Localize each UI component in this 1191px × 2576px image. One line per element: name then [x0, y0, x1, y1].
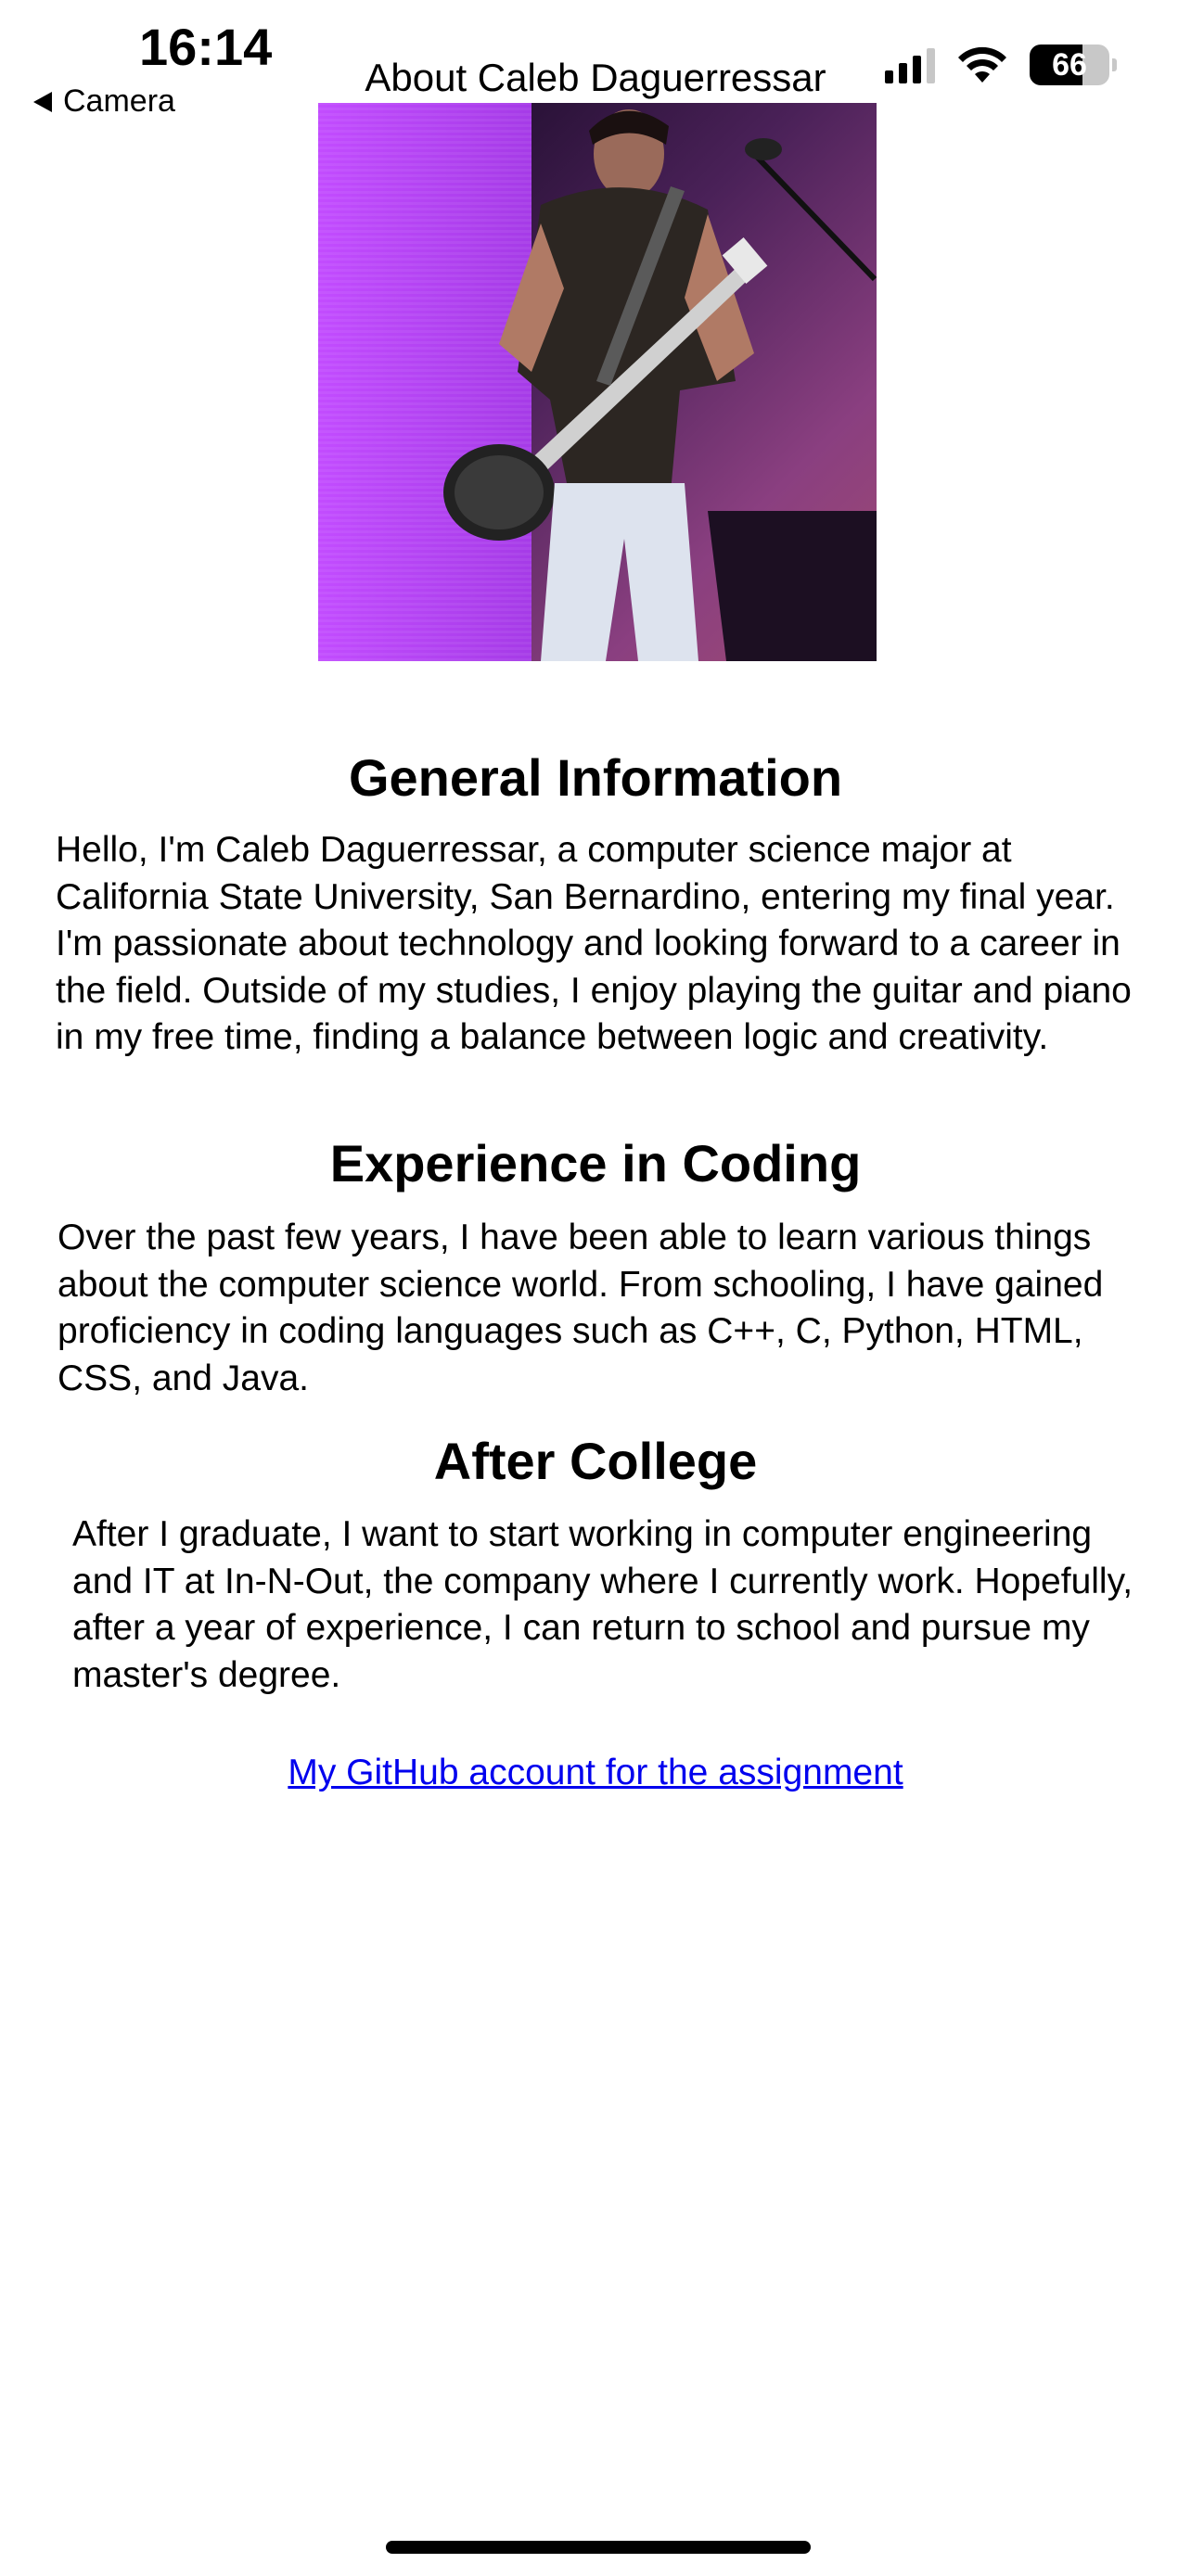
battery-icon: 66: [1030, 45, 1117, 85]
guitar-performer-icon: [443, 109, 877, 661]
battery-level: 66: [1052, 46, 1087, 83]
heading-general-information: General Information: [348, 748, 843, 807]
cellular-signal-icon: [885, 46, 935, 83]
github-link[interactable]: My GitHub account for the assignment: [0, 1753, 1191, 1793]
heading-experience-in-coding: Experience in Coding: [329, 1134, 862, 1192]
home-indicator[interactable]: [386, 2541, 811, 2554]
paragraph-general-information: Hello, I'm Caleb Daguerressar, a compute…: [56, 830, 1132, 1057]
heading-after-college: After College: [433, 1432, 758, 1490]
wifi-icon: [958, 46, 1006, 83]
paragraph-experience-in-coding: Over the past few years, I have been abl…: [58, 1218, 1104, 1398]
paragraph-after-college: After I graduate, I want to start workin…: [72, 1514, 1133, 1695]
profile-photo: [318, 103, 877, 661]
status-icons: 66: [885, 45, 1117, 85]
